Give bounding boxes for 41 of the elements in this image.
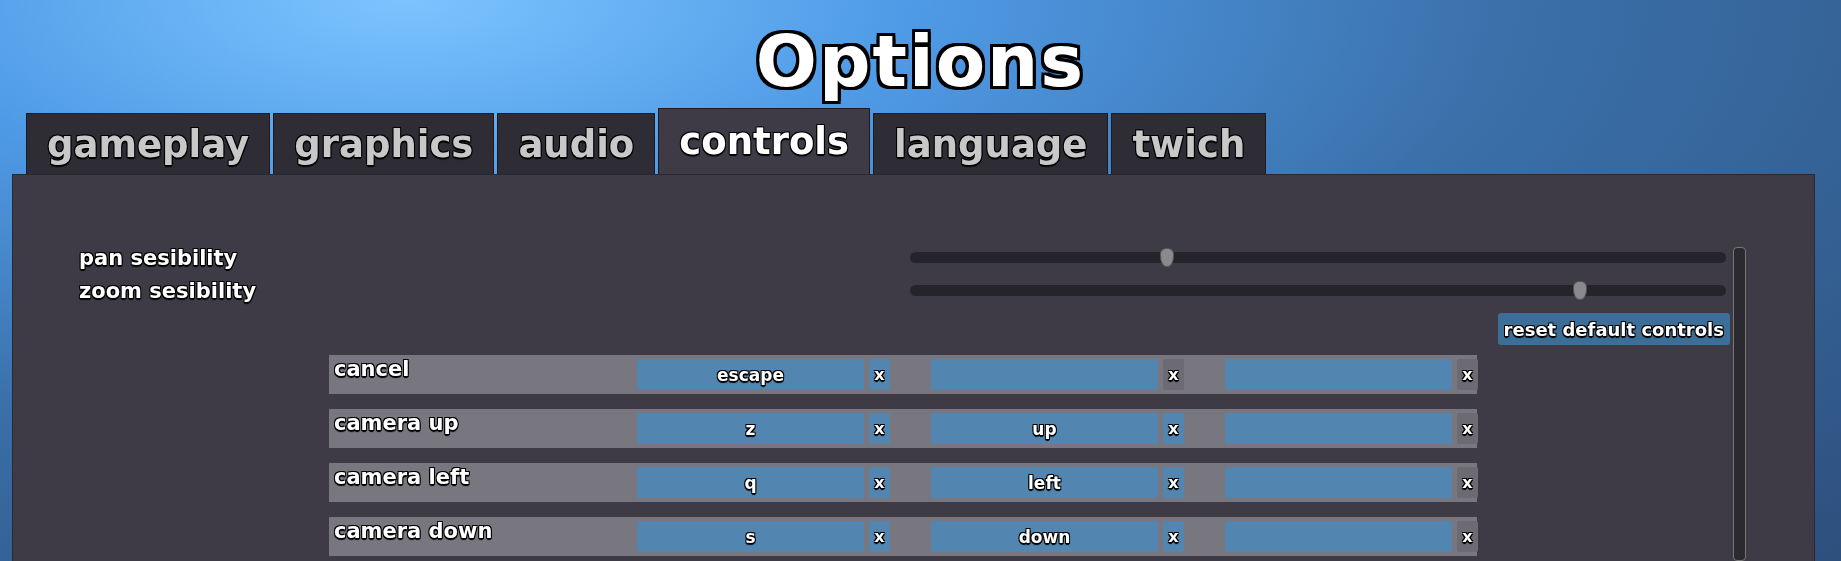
action-label: cancel <box>334 356 411 381</box>
tab[interactable]: audio <box>497 113 656 174</box>
clear-button[interactable]: x <box>1457 413 1478 444</box>
clear-button[interactable]: x <box>1163 413 1184 444</box>
key-field[interactable]: down <box>931 521 1158 552</box>
tab[interactable]: language <box>873 113 1109 174</box>
clear-button[interactable]: x <box>1163 521 1184 552</box>
key-field[interactable] <box>1225 521 1452 552</box>
clear-button[interactable]: x <box>869 413 890 444</box>
key-field[interactable]: s <box>637 521 864 552</box>
clear-button[interactable]: x <box>1163 359 1184 390</box>
scrollbar[interactable] <box>1733 247 1746 561</box>
clear-button[interactable]: x <box>869 521 890 552</box>
action-label: camera left <box>334 464 471 489</box>
options-title: Options <box>754 18 1087 105</box>
key-field[interactable]: left <box>931 467 1158 498</box>
slider-label: pan sesibility <box>79 245 239 270</box>
slider-label: zoom sesibility <box>79 278 258 303</box>
key-field[interactable]: z <box>637 413 864 444</box>
tab[interactable]: gameplay <box>26 113 271 174</box>
reset-button[interactable]: reset default controls <box>1497 313 1730 345</box>
clear-button[interactable]: x <box>1457 467 1478 498</box>
clear-button[interactable]: x <box>1457 359 1478 390</box>
key-field[interactable]: escape <box>637 359 864 390</box>
clear-button[interactable]: x <box>869 467 890 498</box>
key-field[interactable]: up <box>931 413 1158 444</box>
clear-button[interactable]: x <box>1457 521 1478 552</box>
tab[interactable]: graphics <box>273 113 495 174</box>
tab[interactable]: twich <box>1111 113 1267 174</box>
slider-thumb[interactable] <box>1573 281 1588 300</box>
slider-thumb[interactable] <box>1160 248 1175 267</box>
key-field[interactable]: q <box>637 467 864 498</box>
action-label: camera up <box>334 410 460 435</box>
key-field[interactable] <box>1225 467 1452 498</box>
key-field[interactable] <box>931 359 1158 390</box>
tab[interactable]: controls <box>658 108 871 174</box>
clear-button[interactable]: x <box>1163 467 1184 498</box>
key-field[interactable] <box>1225 359 1452 390</box>
clear-button[interactable]: x <box>869 359 890 390</box>
action-label: camera down <box>334 518 494 543</box>
key-field[interactable] <box>1225 413 1452 444</box>
